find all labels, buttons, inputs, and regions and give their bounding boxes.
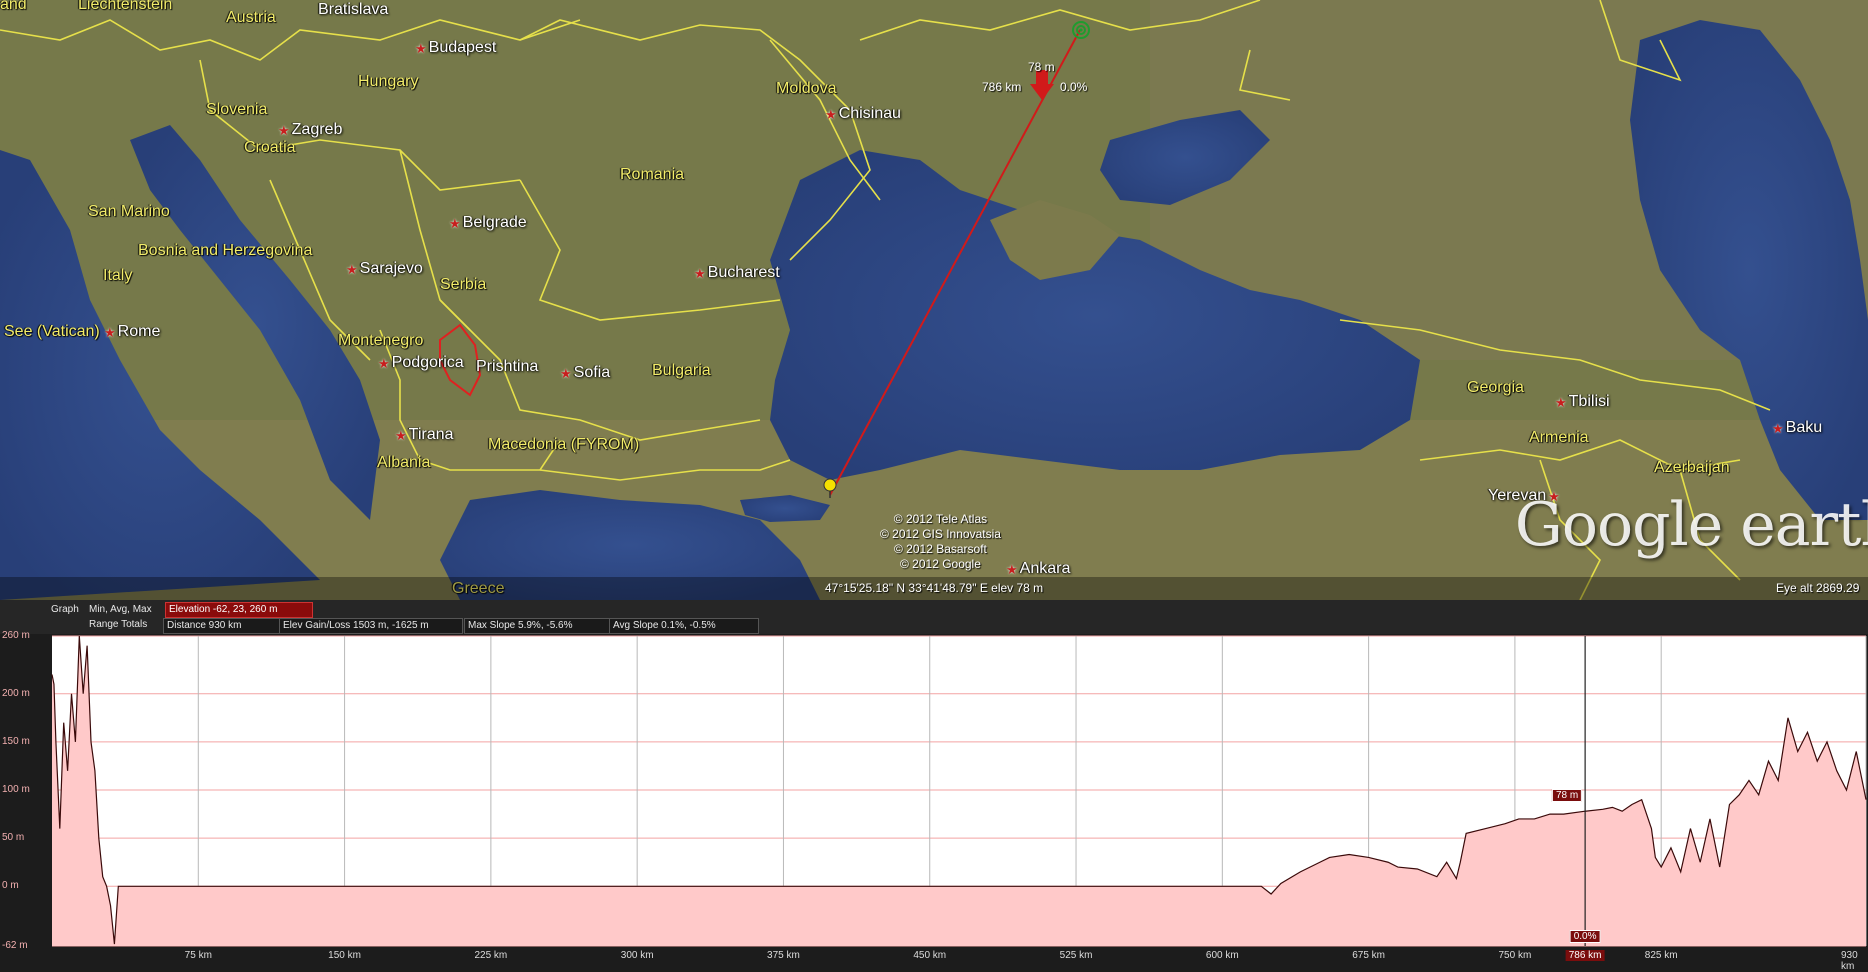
city-label-sofia: ★ Sofia bbox=[560, 364, 611, 381]
country-label: and bbox=[0, 0, 27, 13]
imagery-copyright: © 2012 Tele Atlas © 2012 GIS Innovatsia … bbox=[880, 512, 1001, 571]
country-label: Slovenia bbox=[206, 101, 268, 118]
x-tick-label: 375 km bbox=[767, 950, 800, 961]
elevation-chart[interactable]: 260 m 200 m 150 m 100 m 50 m 0 m -62 m 75 km 150… bbox=[0, 630, 1868, 972]
city-label-sarajevo: ★ Sarajevo bbox=[346, 260, 423, 277]
max-slope-stat[interactable]: Max Slope 5.9%, -5.6% bbox=[464, 618, 610, 634]
elev-gain-loss-stat[interactable]: Elev Gain/Loss 1503 m, -1625 m bbox=[279, 618, 463, 634]
country-label: Macedonia (FYROM) bbox=[488, 436, 640, 453]
avg-slope-stat[interactable]: Avg Slope 0.1%, -0.5% bbox=[609, 618, 759, 634]
city-label-ankara: ★ Ankara bbox=[1006, 560, 1071, 577]
city-label-podgorica: ★ Podgorica bbox=[378, 354, 464, 371]
capital-star-icon: ★ bbox=[1555, 394, 1567, 410]
country-label: Bosnia and Herzegovina bbox=[138, 242, 313, 259]
country-label: Moldova bbox=[776, 80, 837, 97]
city-label-tirana: ★ Tirana bbox=[395, 426, 454, 443]
cursor-slope-label: 0.0% bbox=[1569, 930, 1601, 943]
y-tick-label: 150 m bbox=[2, 735, 30, 747]
status-bar: 47°15'25.18" N 33°41'48.79" E elev 78 m … bbox=[0, 577, 1868, 600]
google-earth-logo: Google earth bbox=[1514, 490, 1868, 560]
y-tick-label: 100 m bbox=[2, 784, 30, 796]
y-tick-label: 50 m bbox=[2, 832, 25, 844]
x-tick-label: 786 km bbox=[1565, 950, 1605, 961]
marker-distance-label: 786 km bbox=[982, 80, 1022, 94]
eye-altitude: Eye alt 2869.29 bbox=[1776, 581, 1860, 595]
capital-star-icon: ★ bbox=[560, 365, 572, 381]
country-label: Italy bbox=[103, 267, 133, 284]
elevation-stat-button[interactable]: Elevation -62, 23, 260 m bbox=[165, 602, 313, 618]
country-label: Armenia bbox=[1529, 429, 1589, 446]
country-label: Croatia bbox=[244, 139, 296, 156]
city-label-bucharest: ★ Bucharest bbox=[694, 264, 780, 281]
capital-star-icon: ★ bbox=[415, 40, 427, 56]
graph-label: Graph bbox=[51, 604, 79, 615]
city-label-zagreb: ★ Zagreb bbox=[278, 121, 343, 138]
capital-star-icon: ★ bbox=[395, 427, 407, 443]
x-tick-label: 825 km bbox=[1644, 950, 1678, 961]
capital-star-icon: ★ bbox=[378, 355, 390, 371]
x-tick-label: 450 km bbox=[913, 950, 947, 961]
country-label: Hungary bbox=[358, 73, 419, 90]
elevation-chart-svg bbox=[51, 635, 1867, 947]
country-label: San Marino bbox=[88, 203, 170, 220]
city-label-budapest: ★ Budapest bbox=[415, 39, 497, 56]
country-label: Georgia bbox=[1467, 379, 1524, 396]
profile-toolbar: Graph Min, Avg, Max Elevation -62, 23, 2… bbox=[0, 600, 1868, 634]
country-label: See (Vatican) bbox=[4, 323, 100, 340]
x-tick-label: 750 km bbox=[1498, 950, 1532, 961]
country-label: Serbia bbox=[440, 276, 487, 293]
country-label: Romania bbox=[620, 166, 685, 183]
x-tick-label: 675 km bbox=[1352, 950, 1386, 961]
x-tick-label: 300 km bbox=[620, 950, 654, 961]
x-tick-label: 600 km bbox=[1205, 950, 1239, 961]
capital-star-icon: ★ bbox=[825, 106, 837, 122]
x-tick-label: 75 km bbox=[184, 950, 212, 961]
x-tick-label: 225 km bbox=[474, 950, 508, 961]
map-view[interactable]: and Liechtenstein Austria Hungary Sloven… bbox=[0, 0, 1868, 600]
pointer-coordinates: 47°15'25.18" N 33°41'48.79" E elev 78 m bbox=[825, 581, 1044, 595]
city-label-tbilisi: ★ Tbilisi bbox=[1555, 393, 1610, 410]
capital-star-icon: ★ bbox=[278, 122, 290, 138]
y-tick-label: 200 m bbox=[2, 687, 30, 699]
distance-stat[interactable]: Distance 930 km bbox=[163, 618, 281, 634]
y-tick-label: 260 m bbox=[2, 630, 30, 641]
city-label-belgrade: ★ Belgrade bbox=[449, 214, 527, 231]
y-tick-label: -62 m bbox=[2, 940, 28, 951]
country-label: Montenegro bbox=[338, 332, 424, 349]
marker-slope-label: 0.0% bbox=[1060, 80, 1088, 94]
country-label: Bulgaria bbox=[652, 362, 711, 379]
capital-star-icon: ★ bbox=[449, 215, 461, 231]
city-label-prishtina: Prishtina bbox=[476, 358, 539, 375]
capital-star-icon: ★ bbox=[1006, 561, 1018, 577]
x-tick-label: 930 km bbox=[1841, 950, 1858, 972]
country-label: Austria bbox=[226, 9, 276, 26]
capital-star-icon: ★ bbox=[346, 261, 358, 277]
min-avg-max-label: Min, Avg, Max bbox=[89, 604, 152, 615]
country-label: Albania bbox=[377, 454, 431, 471]
city-label-chisinau: ★ Chisinau bbox=[825, 105, 901, 122]
country-label: Liechtenstein bbox=[78, 0, 173, 13]
marker-elevation-label: 78 m bbox=[1028, 60, 1055, 74]
city-label-rome: ★ Rome bbox=[104, 323, 161, 340]
x-tick-label: 150 km bbox=[328, 950, 361, 961]
city-label-baku: ★ Baku bbox=[1772, 419, 1823, 436]
range-totals-label: Range Totals bbox=[89, 619, 148, 630]
y-tick-label: 0 m bbox=[2, 880, 19, 892]
city-label-bratislava: Bratislava bbox=[318, 1, 389, 18]
capital-star-icon: ★ bbox=[694, 265, 706, 281]
x-tick-label: 525 km bbox=[1059, 950, 1093, 961]
cursor-elevation-label: 78 m bbox=[1551, 789, 1583, 803]
country-label: Azerbaijan bbox=[1654, 459, 1730, 476]
capital-star-icon: ★ bbox=[104, 324, 116, 340]
capital-star-icon: ★ bbox=[1772, 420, 1784, 436]
elevation-profile-panel: Graph Min, Avg, Max Elevation -62, 23, 2… bbox=[0, 600, 1868, 972]
